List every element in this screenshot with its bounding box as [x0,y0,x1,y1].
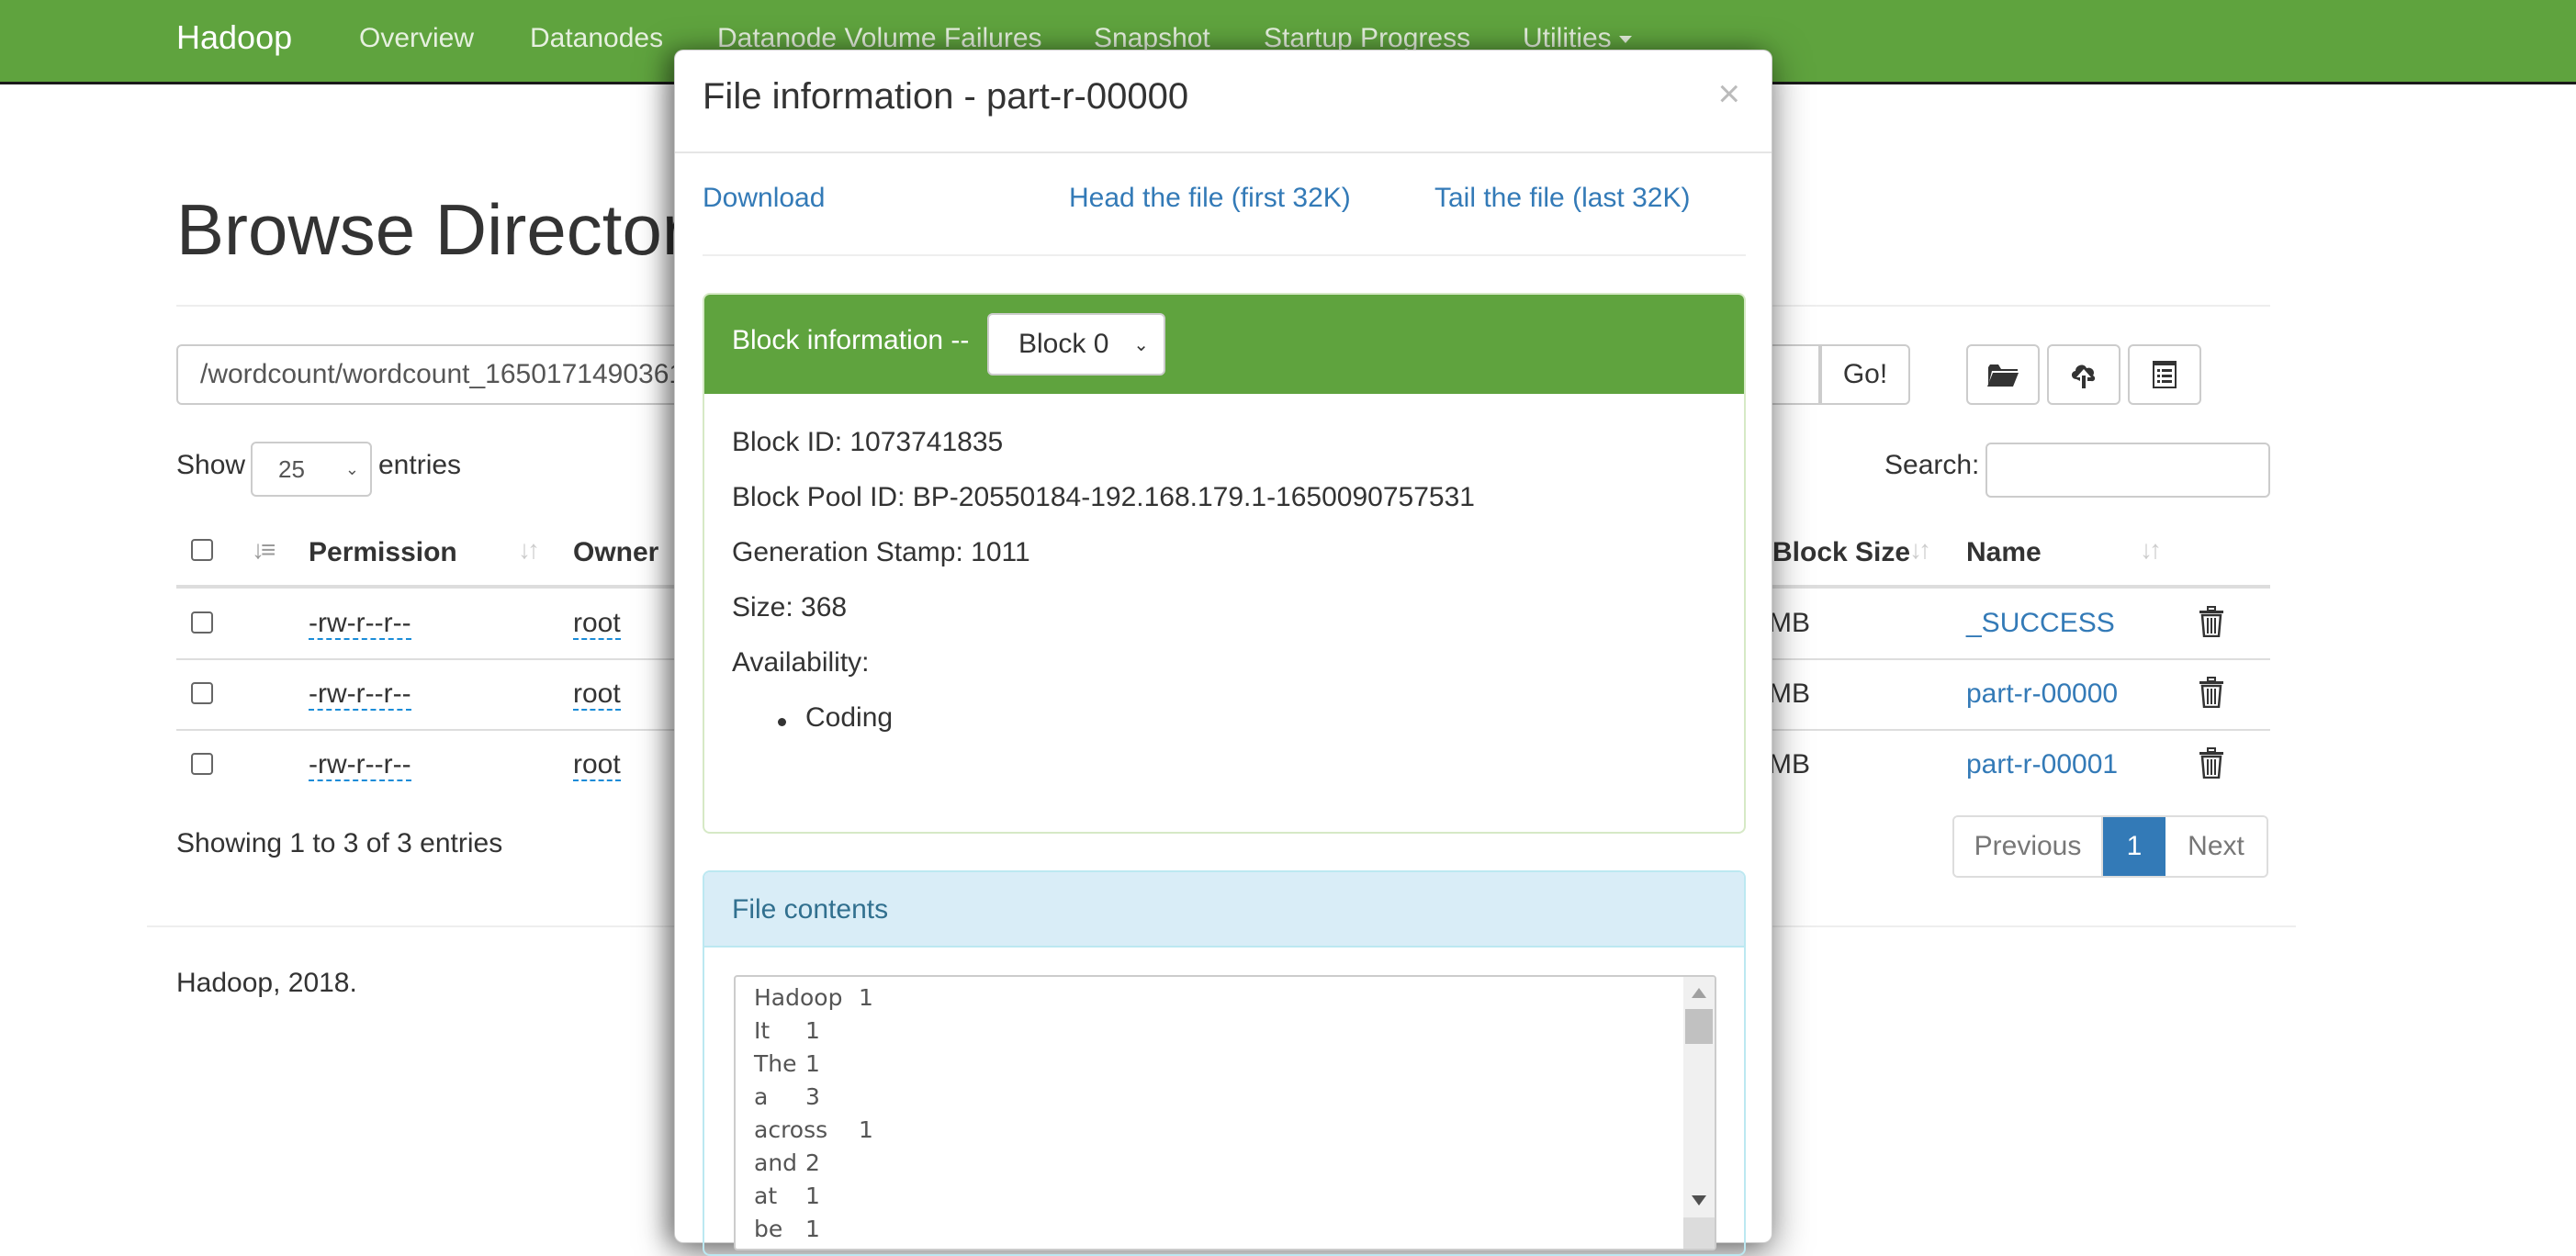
cloud-upload-icon [2071,364,2096,388]
search-input[interactable] [1985,443,2270,498]
resize-handle-icon[interactable] [1683,1217,1715,1249]
chevron-down-icon: ⌄ [344,460,359,478]
nav-datanodes[interactable]: Datanodes [530,23,663,54]
file-line: be 1 [754,1216,820,1242]
scroll-thumb[interactable] [1685,1009,1713,1044]
column-header-block-size[interactable]: Block Size [1772,537,1910,568]
download-link[interactable]: Download [703,183,825,214]
block-size-cell: MB [1769,678,1810,709]
file-line: The 1 [754,1050,820,1077]
trash-icon[interactable] [2198,747,2225,779]
owner-cell[interactable]: root [573,608,621,640]
modal-title: File information - part-r-00000 [703,76,1189,117]
footer-text: Hadoop, 2018. [176,968,357,998]
entries-per-page-value: 25 [278,454,305,483]
page-1-button[interactable]: 1 [2103,817,2165,876]
chevron-down-icon: ⌄ [1133,335,1149,355]
row-checkbox[interactable] [191,611,213,634]
column-header-permission[interactable]: Permission [309,537,457,568]
owner-cell[interactable]: root [573,749,621,781]
previous-page-button[interactable]: Previous [1954,817,2103,876]
block-select[interactable]: Block 0 ⌄ [987,313,1165,376]
trash-icon[interactable] [2198,677,2225,708]
sort-both-icon[interactable]: ↓↑ [1909,535,1931,565]
sort-both-icon[interactable]: ↓↑ [518,535,540,565]
caret-down-icon [1618,36,1632,44]
bullet-icon [778,718,786,726]
nav-overview[interactable]: Overview [359,23,474,54]
scroll-down-arrow-icon[interactable] [1692,1195,1706,1206]
generation-stamp: Generation Stamp: 1011 [732,537,1030,567]
file-contents-textarea[interactable]: Hadoop 1 It 1 The 1 a3 across 1 and 2 at 1 be 1 [734,975,1716,1250]
textarea-scrollbar[interactable] [1683,977,1715,1249]
list-icon [2153,361,2177,388]
column-header-owner[interactable]: Owner [573,537,658,568]
block-id: Block ID: 1073741835 [732,427,1004,457]
next-page-button[interactable]: Next [2165,817,2267,876]
file-name-link[interactable]: _SUCCESS [1966,608,2115,639]
file-line: at 1 [754,1183,820,1209]
file-contents-panel: File contents Hadoop 1 It 1 The 1 a3 across… [703,870,1746,1256]
modal-links-divider [703,254,1746,256]
file-information-modal: File information - part-r-00000 × Downlo… [674,50,1772,1256]
block-pool-id: Block Pool ID: BP-20550184-192.168.179.1… [732,482,1475,512]
block-size-cell: MB [1769,749,1810,779]
owner-cell[interactable]: root [573,678,621,711]
table-info-text: Showing 1 to 3 of 3 entries [176,828,503,858]
block-size-cell: MB [1769,608,1810,638]
brand-logo[interactable]: Hadoop [176,18,292,57]
trash-icon[interactable] [2198,606,2225,637]
head-file-link[interactable]: Head the file (first 32K) [1069,183,1351,214]
availability-label: Availability: [732,647,870,678]
block-panel-title: Block information -- [732,325,970,355]
page-title: Browse Directory [176,189,722,270]
block-size: Size: 368 [732,592,848,622]
sort-asc-icon[interactable]: ↓≡ [252,535,276,565]
block-panel-heading: Block information -- Block 0 ⌄ [704,295,1744,394]
permission-cell[interactable]: -rw-r--r-- [309,608,411,640]
entries-per-page-select[interactable]: 25 ⌄ [251,442,372,497]
permission-cell[interactable]: -rw-r--r-- [309,749,411,781]
sort-both-icon[interactable]: ↓↑ [2140,535,2162,565]
block-select-value: Block 0 [1018,329,1109,359]
select-all-checkbox[interactable] [191,539,213,561]
permission-cell[interactable]: -rw-r--r-- [309,678,411,711]
column-header-block-size-label: Block Size [1772,537,1911,567]
row-checkbox[interactable] [191,682,213,704]
file-line: It 1 [754,1017,820,1044]
upload-files-button[interactable] [2047,344,2120,405]
file-line: and 2 [754,1149,820,1176]
file-name-link[interactable]: part-r-00000 [1966,678,2118,710]
row-checkbox[interactable] [191,753,213,775]
file-line: a3 [754,1083,820,1110]
availability-host: Coding [805,702,894,733]
tail-file-link[interactable]: Tail the file (last 32K) [1434,183,1690,214]
close-icon[interactable]: × [1717,74,1740,113]
cut-paste-button[interactable] [2128,344,2201,405]
folder-open-icon [1987,364,2019,387]
file-contents-title: File contents [732,894,889,925]
column-header-name[interactable]: Name [1966,537,2042,568]
search-label: Search: [1884,450,1980,480]
pagination: Previous 1 Next [1952,815,2268,878]
create-directory-button[interactable] [1966,344,2040,405]
file-name-link[interactable]: part-r-00001 [1966,749,2118,780]
file-contents-heading: File contents [704,872,1744,948]
entries-label: entries [378,450,462,480]
file-line: Hadoop 1 [754,984,873,1011]
show-label: Show [176,450,246,480]
scroll-up-arrow-icon[interactable] [1692,988,1706,998]
go-button[interactable]: Go! [1820,344,1910,405]
file-line: across 1 [754,1116,873,1143]
modal-header-divider [675,151,1772,153]
